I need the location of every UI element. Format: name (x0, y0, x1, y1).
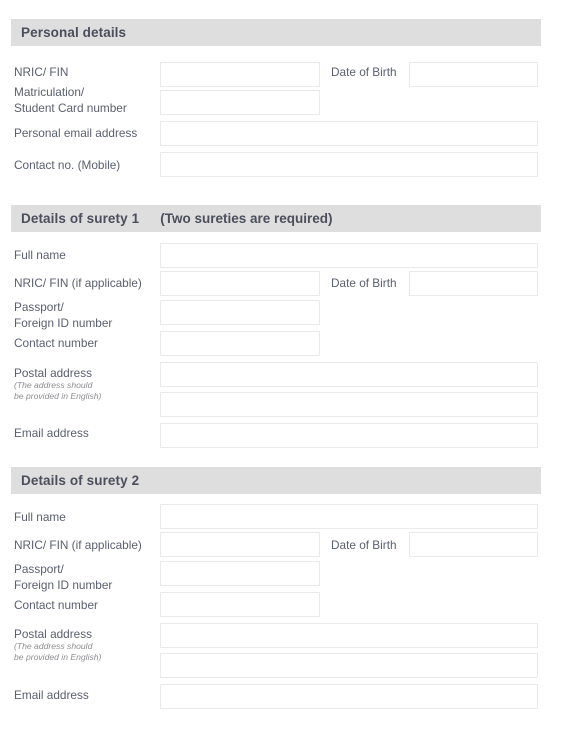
surety2-postal-address-line1-input[interactable] (160, 623, 538, 648)
label-s1-contact: Contact number (14, 336, 98, 350)
label-matriculation-number: Matriculation/Student Card number (14, 85, 127, 116)
surety1-contact-number-input[interactable] (160, 331, 320, 356)
label-s2-nric-fin: NRIC/ FIN (if applicable) (14, 538, 142, 552)
label-line: Contact number (14, 336, 98, 350)
label-s1-passport: Passport/Foreign ID number (14, 300, 112, 331)
label-s1-email: Email address (14, 426, 89, 440)
label-s1-nric-fin-date-of-birth: Date of Birth (331, 276, 397, 290)
label-line: Email address (14, 688, 89, 702)
label-line: NRIC/ FIN (if applicable) (14, 538, 142, 552)
label-s1-nric-fin: NRIC/ FIN (if applicable) (14, 276, 142, 290)
label-line: Personal email address (14, 126, 138, 140)
label-nric-fin: NRIC/ FIN (14, 65, 68, 79)
label-line: Full name (14, 510, 66, 524)
personal-and-surety-details-form: Personal details NRIC/ FIN Date of Birth Ma… (0, 0, 582, 729)
surety1-postal-address-line2-input[interactable] (160, 392, 538, 417)
surety1-date-of-birth-input[interactable] (409, 271, 538, 296)
surety2-passport-input[interactable] (160, 561, 320, 586)
section-note-surety-1: (Two sureties are required) (160, 211, 333, 226)
nric-fin-input[interactable] (160, 62, 320, 87)
label-s2-email: Email address (14, 688, 89, 702)
label-line: Passport/ (14, 562, 64, 576)
label-hint-line: be provided in English) (14, 390, 102, 401)
section-header-surety-1: Details of surety 1 (Two sureties are req… (11, 205, 541, 232)
label-hint-line: be provided in English) (14, 651, 102, 662)
label-contact-mobile: Contact no. (Mobile) (14, 158, 120, 172)
label-personal-email: Personal email address (14, 126, 137, 140)
label-s1-full-name: Full name (14, 248, 66, 262)
label-line: Email address (14, 426, 89, 440)
personal-email-input[interactable] (160, 121, 538, 146)
label-line: Full name (14, 248, 66, 262)
label-s2-contact: Contact number (14, 598, 98, 612)
section-title-personal-details: Personal details (21, 25, 127, 40)
section-header-surety-2: Details of surety 2 (11, 467, 541, 494)
surety2-contact-number-input[interactable] (160, 592, 320, 617)
label-s2-postal-1: Postal address (The address should be prov… (14, 627, 101, 662)
matriculation-number-input[interactable] (160, 90, 320, 115)
label-line: Matriculation/ (14, 85, 85, 99)
surety2-email-address-input[interactable] (160, 684, 538, 709)
label-line: NRIC/ FIN (14, 65, 69, 79)
date-of-birth-input[interactable] (409, 62, 538, 87)
label-line: Contact no. (Mobile) (14, 158, 121, 172)
label-line: Foreign ID number (14, 315, 113, 330)
label-line: Student Card number (14, 100, 127, 115)
label-hint-line: (The address should (14, 641, 93, 651)
surety1-postal-address-line1-input[interactable] (160, 362, 538, 387)
label-line: Postal address (14, 627, 93, 641)
section-title-surety-2: Details of surety 2 (21, 473, 140, 488)
label-s1-postal-1: Postal address (The address should be prov… (14, 366, 101, 401)
label-line: Contact number (14, 598, 98, 612)
label-nric-fin-date-of-birth: Date of Birth (331, 65, 397, 79)
surety1-email-address-input[interactable] (160, 423, 538, 448)
surety1-full-name-input[interactable] (160, 243, 538, 268)
label-line: Passport/ (14, 300, 64, 314)
label-line: Foreign ID number (14, 577, 113, 592)
surety2-full-name-input[interactable] (160, 504, 538, 529)
label-s2-nric-fin-date-of-birth: Date of Birth (331, 538, 397, 552)
label-s2-full-name: Full name (14, 510, 66, 524)
label-line: NRIC/ FIN (if applicable) (14, 276, 142, 290)
surety1-passport-input[interactable] (160, 300, 320, 325)
contact-mobile-input[interactable] (160, 152, 538, 177)
surety2-date-of-birth-input[interactable] (409, 532, 538, 557)
section-header-personal-details: Personal details (11, 19, 541, 46)
surety2-nric-fin-input[interactable] (160, 532, 320, 557)
surety2-postal-address-line2-input[interactable] (160, 653, 538, 678)
label-hint-line: (The address should (14, 380, 93, 390)
label-s2-passport: Passport/Foreign ID number (14, 562, 112, 593)
section-title-surety-1: Details of surety 1 (21, 211, 140, 226)
label-line: Postal address (14, 366, 93, 380)
surety1-nric-fin-input[interactable] (160, 271, 320, 296)
